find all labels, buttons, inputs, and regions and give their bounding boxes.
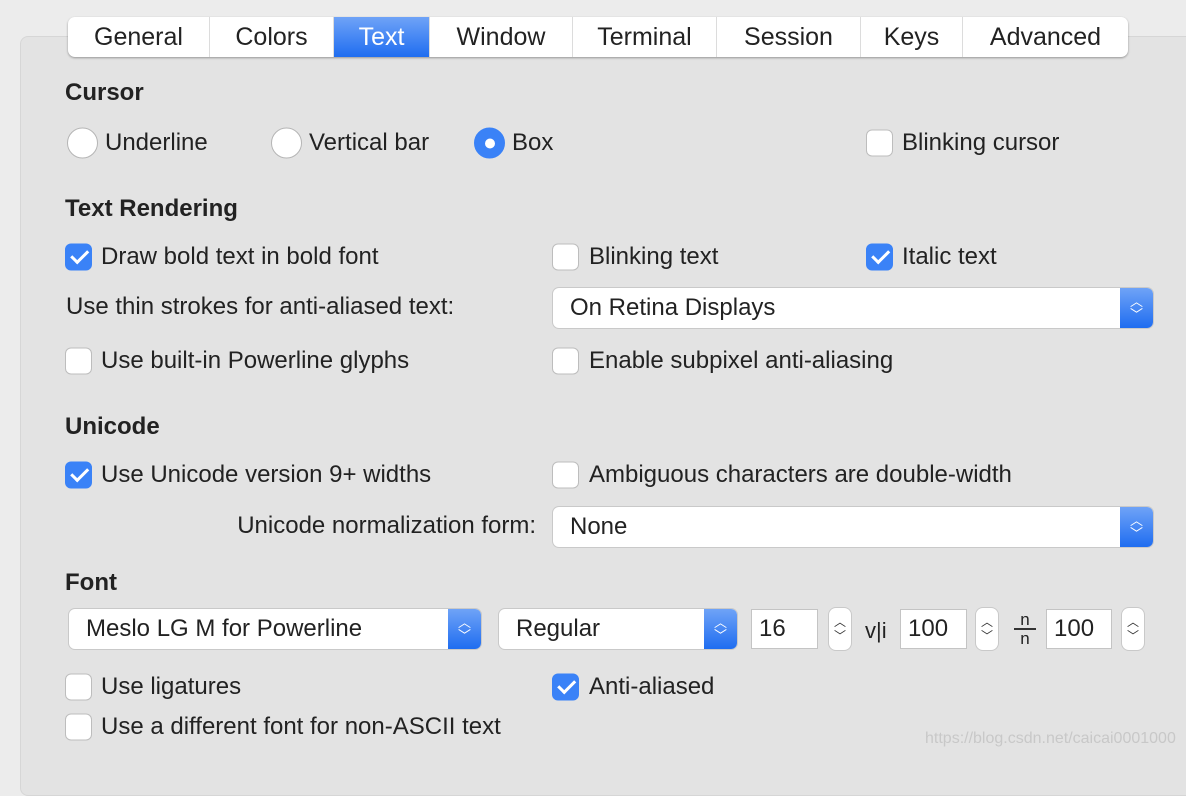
vertical-bar-label[interactable]: Vertical bar [309,129,429,157]
cursor-heading: Cursor [65,79,144,106]
font-size-field[interactable]: 16 [751,609,818,649]
unicode-heading: Unicode [65,413,160,440]
chevron-up-down-icon: ︿ ﹀ [704,609,737,649]
blinking-cursor-checkbox[interactable] [866,129,893,157]
tab-colors[interactable]: Colors [210,17,334,57]
tab-general[interactable]: General [68,17,210,57]
tab-terminal[interactable]: Terminal [573,17,717,57]
thin-strokes-value: On Retina Displays [570,294,776,321]
horizontal-spacing-icon: v|i [865,618,887,643]
unicode-widths-checkbox[interactable] [65,461,92,489]
horizontal-spacing-stepper[interactable]: ︿ ﹀ [976,608,998,650]
text-rendering-heading: Text Rendering [65,195,238,222]
horizontal-spacing-field[interactable]: 100 [900,609,967,649]
ligatures-checkbox[interactable] [65,673,92,701]
powerline-glyphs-checkbox[interactable] [65,347,92,375]
italic-text-label[interactable]: Italic text [902,243,997,271]
anti-aliased-label[interactable]: Anti-aliased [589,673,714,701]
font-size-stepper[interactable]: ︿ ﹀ [829,608,851,650]
ambiguous-label[interactable]: Ambiguous characters are double-width [589,461,1012,489]
chevron-up-down-icon: ︿ ﹀ [1120,288,1153,328]
bold-font-checkbox[interactable] [65,243,92,271]
box-radio[interactable] [474,127,505,159]
bold-font-label[interactable]: Draw bold text in bold font [101,243,379,271]
anti-aliased-checkbox[interactable] [552,673,579,701]
powerline-glyphs-label[interactable]: Use built-in Powerline glyphs [101,347,409,375]
thin-strokes-popup[interactable]: On Retina Displays ︿ ﹀ [553,288,1153,328]
italic-text-checkbox[interactable] [866,243,893,271]
blinking-text-label[interactable]: Blinking text [589,243,718,271]
tab-window[interactable]: Window [430,17,573,57]
normalization-value: None [570,513,628,540]
watermark: https://blog.csdn.net/caicai0001000 [925,730,1176,747]
ambiguous-checkbox[interactable] [552,461,579,489]
font-family-popup[interactable]: Meslo LG M for Powerline ︿ ﹀ [69,609,481,649]
underline-radio[interactable] [67,127,98,159]
box-label[interactable]: Box [512,129,553,157]
unicode-widths-label[interactable]: Use Unicode version 9+ widths [101,461,431,489]
vertical-bar-radio[interactable] [271,127,302,159]
normalization-popup[interactable]: None ︿ ﹀ [553,507,1153,547]
non-ascii-font-label[interactable]: Use a different font for non-ASCII text [101,713,501,741]
font-style-popup[interactable]: Regular ︿ ﹀ [499,609,737,649]
vertical-spacing-icon: nn [1014,611,1036,647]
vertical-spacing-stepper[interactable]: ︿ ﹀ [1122,608,1144,650]
blinking-text-checkbox[interactable] [552,243,579,271]
tab-text[interactable]: Text [334,17,430,57]
tab-bar: General Colors Text Window Terminal Sess… [68,17,1128,57]
non-ascii-font-checkbox[interactable] [65,713,92,741]
subpixel-checkbox[interactable] [552,347,579,375]
tab-session[interactable]: Session [717,17,861,57]
font-style-value: Regular [516,615,601,642]
chevron-up-down-icon: ︿ ﹀ [1120,507,1153,547]
font-family-value: Meslo LG M for Powerline [86,615,363,642]
blinking-cursor-label[interactable]: Blinking cursor [902,129,1059,157]
chevron-up-down-icon: ︿ ﹀ [448,609,481,649]
thin-strokes-label: Use thin strokes for anti-aliased text: [66,293,455,320]
vertical-spacing-field[interactable]: 100 [1046,609,1112,649]
ligatures-label[interactable]: Use ligatures [101,673,241,701]
underline-label[interactable]: Underline [105,129,208,157]
normalization-label: Unicode normalization form: [237,512,536,539]
font-heading: Font [65,569,117,596]
subpixel-label[interactable]: Enable subpixel anti-aliasing [589,347,893,375]
tab-advanced[interactable]: Advanced [963,17,1128,57]
tab-keys[interactable]: Keys [861,17,963,57]
